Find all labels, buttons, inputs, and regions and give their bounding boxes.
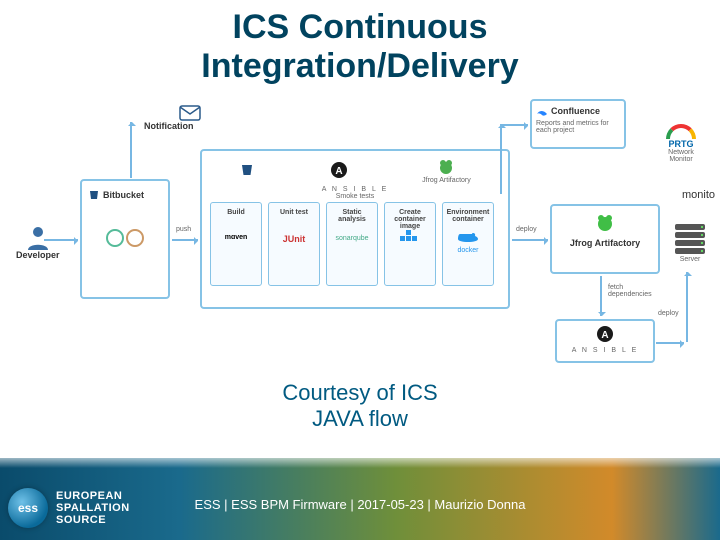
sonarqube-logo: sonarqube xyxy=(329,235,375,242)
arrow-to-confluence xyxy=(500,124,502,194)
deploy2-label: deploy xyxy=(658,310,679,317)
ansible-label-top: A N S I B L E xyxy=(202,186,508,193)
docker-label: docker xyxy=(445,247,491,254)
developer-label: Developer xyxy=(16,250,60,260)
prtg-label: PRTG xyxy=(656,139,706,149)
bitbucket-icon xyxy=(88,189,100,201)
server-block: Server xyxy=(670,224,710,263)
svg-text:A: A xyxy=(601,330,608,341)
confluence-desc: Reports and metrics for each project xyxy=(536,120,620,134)
courtesy-note: Courtesy of ICS JAVA flow xyxy=(0,380,720,433)
junit-logo: JUnit xyxy=(271,234,317,244)
developer-icon: Developer xyxy=(16,224,60,260)
monitor-label: monito xyxy=(682,189,715,201)
push-label: push xyxy=(176,226,191,233)
stage-environment: Environment container docker xyxy=(442,202,494,286)
courtesy-l2: JAVA flow xyxy=(312,406,408,431)
bitbucket-label: Bitbucket xyxy=(103,190,144,200)
bitbucket-small xyxy=(239,162,255,180)
prtg-block: PRTG Network Monitor xyxy=(656,124,706,163)
arrow-notify xyxy=(130,122,132,178)
confluence-icon xyxy=(536,105,548,117)
ansible-label-bottom: A N S I B L E xyxy=(561,347,649,354)
footer: ess EUROPEAN SPALLATION SOURCE ESS | ESS… xyxy=(0,458,720,540)
frog-icon: Jfrog Artifactory xyxy=(422,157,471,184)
title-line1: ICS Continuous xyxy=(233,8,488,46)
ansible-top: A xyxy=(330,161,348,181)
smoke-tests-label: Smoke tests xyxy=(202,193,508,200)
arrow-push xyxy=(172,239,198,241)
ansible-icon: A xyxy=(596,325,614,343)
maven-logo: mɑven xyxy=(213,234,259,241)
gauge-icon xyxy=(666,124,696,139)
pipeline-diagram: Developer Bitbucket Notification A xyxy=(10,94,710,374)
arrow-fetch xyxy=(600,276,602,316)
arrow-dev-to-repo xyxy=(44,239,78,241)
repo-icons xyxy=(82,229,168,249)
stage-unit-test: Unit test JUnit xyxy=(268,202,320,286)
bitbucket-box: Bitbucket xyxy=(80,179,170,299)
prtg-sub: Network Monitor xyxy=(656,149,706,163)
server-icon xyxy=(675,224,705,254)
envelope-icon xyxy=(179,105,201,121)
docker-icon xyxy=(398,230,422,246)
stage-static-analysis: Static analysis sonarqube xyxy=(326,202,378,286)
arrow-to-confluence-h xyxy=(500,124,528,126)
footer-text: ESS | ESS BPM Firmware | 2017-05-23 | Ma… xyxy=(0,497,720,512)
ansible-bottom-box: A A N S I B L E xyxy=(555,319,655,363)
notification-label: Notification xyxy=(144,121,194,131)
arrow-deploy xyxy=(512,239,548,241)
stage-build: Build mɑven xyxy=(210,202,262,286)
courtesy-l1: Courtesy of ICS xyxy=(282,380,437,405)
fetch-label: fetch dependencies xyxy=(608,284,668,298)
arrow-to-server-v xyxy=(686,272,688,342)
notification-block: Notification xyxy=(140,105,240,131)
frog-label: Jfrog Artifactory xyxy=(422,177,471,184)
docker-whale-icon xyxy=(456,229,480,245)
svg-text:A: A xyxy=(335,166,342,177)
server-label: Server xyxy=(670,256,710,263)
frog-icon-2 xyxy=(595,212,615,232)
stage-create-image: Create container image xyxy=(384,202,436,286)
confluence-label: Confluence xyxy=(551,106,600,116)
confluence-box: Confluence Reports and metrics for each … xyxy=(530,99,626,149)
deploy-label: deploy xyxy=(516,226,537,233)
arrow-to-server xyxy=(656,342,684,344)
title-line2: Integration/Delivery xyxy=(201,47,518,85)
page-title: ICS Continuous Integration/Delivery xyxy=(0,0,720,86)
artifactory-box: Jfrog Artifactory xyxy=(550,204,660,274)
artifactory-label: Jfrog Artifactory xyxy=(558,238,652,248)
